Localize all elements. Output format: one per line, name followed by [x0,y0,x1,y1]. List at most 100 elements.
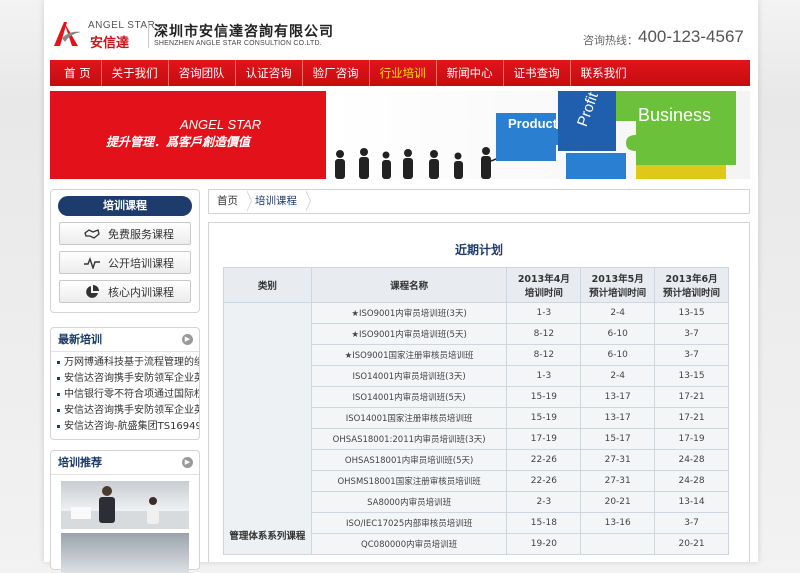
date-cell: 2-4 [580,302,656,324]
course-name-cell: ISO14001内审员培训班(3天) [310,365,508,387]
nav-factory-audit[interactable]: 验厂咨询 [303,60,370,86]
banner-image: Product Profit Business [326,91,750,179]
course-name-cell: ISO/IEC17025内部审核员培训班 [310,512,508,534]
recommend-title-text: 培训推荐 [58,456,102,469]
date-cell: 22-26 [506,470,582,492]
pie-chart-icon [84,284,100,300]
latest-list: 万网博通科技基于流程管理的绩 安信达咨询携手安防领军企业英 中信银行零不符合项通… [51,352,199,435]
date-cell: 20-21 [654,533,729,555]
nav-certificate-query[interactable]: 证书查询 [504,60,571,86]
date-cell: 15-19 [506,407,582,429]
angel-star-logo-icon [54,22,81,46]
meeting-photo-icon [61,486,189,529]
date-cell: 2-4 [580,365,656,387]
header-category: 类别 [223,267,312,303]
nav-about[interactable]: 关于我们 [102,60,169,86]
course-name-cell: ISO14001国家注册审核员培训班 [310,407,508,429]
date-cell: 1-3 [506,365,582,387]
list-item[interactable]: 安信达咨询携手安防领军企业英 [57,371,199,387]
date-cell: 13-16 [580,512,656,534]
nav-contact[interactable]: 联系我们 [571,60,637,86]
date-cell: 13-15 [654,302,729,324]
date-cell: 20-21 [580,491,656,513]
course-name-cell: ★ISO9001内审员培训班(3天) [310,302,508,324]
course-label: 免费服务课程 [108,227,174,241]
page-title: 近期计划 [454,243,503,257]
course-name-cell: OHSAS18001:2011内审员培训班(3天) [310,428,508,450]
date-cell: 6-10 [580,323,656,345]
sidebar-latest-training: 最新培训 ▶ 万网博通科技基于流程管理的绩 安信达咨询携手安防领军企业英 中信银… [50,327,200,440]
category-cell: 管理体系系列课程 [223,302,312,555]
recommend-photo-2[interactable] [61,533,189,573]
logo-chinese: 安信達 [90,36,130,51]
date-cell: 13-15 [654,365,729,387]
recommend-title: 培训推荐 ▶ [51,451,199,475]
puzzle-label-business: Business [638,105,712,125]
logo-english: ANGEL STAR [88,20,156,31]
course-label: 核心内训课程 [108,285,174,299]
date-cell: 15-17 [580,428,656,450]
hero-banner: ANGEL STAR 提升管理．爲客戶創造價值 Product Profit B… [50,91,750,179]
date-cell: 13-17 [580,407,656,429]
company-name-en: SHENZHEN ANGLE STAR CONSULTION CO.LTD. [154,40,322,47]
site-header: ANGEL STAR 安信達 深圳市安信達咨詢有限公司 SHENZHEN ANG… [44,0,758,60]
breadcrumb-home[interactable]: 首页 [209,190,252,213]
courses-title: 培训课程 [58,196,192,216]
course-name-cell: ★ISO9001国家注册审核员培训班 [310,344,508,366]
nav-news[interactable]: 新闻中心 [437,60,504,86]
nav-team[interactable]: 咨询团队 [169,60,236,86]
banner-english: ANGEL STAR [180,117,262,132]
date-cell: 24-28 [654,449,729,471]
date-cell: 27-31 [580,449,656,471]
course-inhouse[interactable]: 核心内训课程 [59,280,191,303]
nav-training[interactable]: 行业培训 [370,60,437,86]
nav-certification[interactable]: 认证咨询 [236,60,303,86]
schedule-table: 类别 课程名称 2013年4月 培训时间 2013年5月 预计培训时间 2013… [223,267,729,555]
date-cell: 15-19 [506,386,582,408]
date-cell: 17-19 [654,428,729,450]
date-cell: 2-3 [506,491,582,513]
course-name-cell: OHSAS18001内审员培训班(5天) [310,449,508,471]
course-name-cell: ★ISO9001内审员培训班(5天) [310,323,508,345]
date-cell: 27-31 [580,470,656,492]
date-cell: 24-28 [654,470,729,492]
header-may: 2013年5月 预计培训时间 [580,267,656,303]
nav-home[interactable]: 首 页 [54,60,102,86]
course-name-cell: OHSMS18001国家注册审核员培训班 [310,470,508,492]
company-name-cn: 深圳市安信達咨詢有限公司 [154,24,334,40]
date-cell: 17-21 [654,407,729,429]
date-cell: 6-10 [580,344,656,366]
date-cell: 22-26 [506,449,582,471]
date-cell [580,533,656,555]
date-cell: 13-17 [580,386,656,408]
course-name-cell: SA8000内审员培训班 [310,491,508,513]
header-april: 2013年4月 培训时间 [506,267,582,303]
banner-red-panel: ANGEL STAR 提升管理．爲客戶創造價值 [50,91,326,179]
pulse-icon [84,255,100,271]
course-public[interactable]: 公开培训课程 [59,251,191,274]
course-free[interactable]: 免费服务课程 [59,222,191,245]
banner-slogan: 提升管理．爲客戶創造價值 [106,135,251,149]
content-panel: 近期计划 类别 课程名称 2013年4月 培训时间 2013年5月 预计培训时间… [208,222,750,562]
date-cell: 3-7 [654,512,729,534]
main-nav: 首 页 关于我们 咨询团队 认证咨询 验厂咨询 行业培训 新闻中心 证书查询 联… [50,60,750,86]
header-course: 课程名称 [310,267,508,303]
page: ANGEL STAR 安信達 深圳市安信達咨詢有限公司 SHENZHEN ANG… [44,0,758,573]
list-item[interactable]: 中信银行零不符合项通过国际权 [57,387,199,403]
date-cell: 3-7 [654,323,729,345]
hotline-number: 400-123-4567 [638,27,744,46]
latest-title: 最新培训 ▶ [51,328,199,352]
logo-divider [148,22,149,48]
sidebar-recommend: 培训推荐 ▶ [50,450,200,573]
list-item[interactable]: 安信达咨询-航盛集团TS16949项 [57,419,199,435]
breadcrumb: 首页 培训课程 [208,189,750,214]
list-item[interactable]: 安信达咨询携手安防领军企业英 [57,403,199,419]
date-cell: 15-18 [506,512,582,534]
list-item[interactable]: 万网博通科技基于流程管理的绩 [57,355,199,371]
recommend-photo[interactable] [61,481,189,529]
sidebar-courses: 培训课程 免费服务课程 公开培训课程 核心内训课程 [50,189,200,313]
more-arrow-icon[interactable]: ▶ [182,457,193,468]
date-cell: 13-14 [654,491,729,513]
more-arrow-icon[interactable]: ▶ [182,334,193,345]
breadcrumb-current[interactable]: 培训课程 [247,190,311,213]
